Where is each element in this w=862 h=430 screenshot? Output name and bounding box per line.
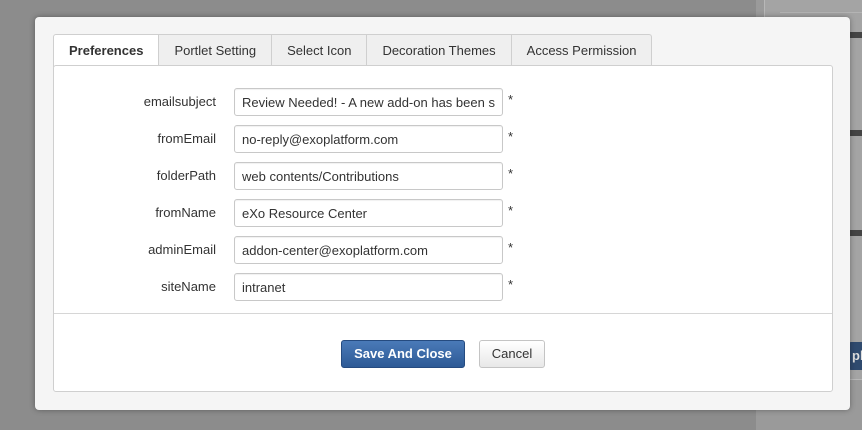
adminemail-label: adminEmail — [148, 242, 216, 257]
required-marker: * — [508, 166, 514, 181]
background-marker — [850, 130, 862, 136]
actions-divider — [54, 313, 832, 314]
fromname-label: fromName — [155, 205, 216, 220]
fromemail-label: fromEmail — [157, 131, 216, 146]
tab-portlet-setting[interactable]: Portlet Setting — [158, 34, 273, 66]
preferences-panel: emailsubject * fromEmail * folderPath * … — [53, 65, 833, 392]
folderpath-field[interactable] — [234, 162, 503, 190]
adminemail-field[interactable] — [234, 236, 503, 264]
tab-select-icon[interactable]: Select Icon — [271, 34, 368, 66]
fromemail-field[interactable] — [234, 125, 503, 153]
settings-tabs: Preferences Portlet Setting Select Icon … — [53, 34, 653, 67]
background-button: pl — [848, 342, 862, 370]
required-marker: * — [508, 129, 514, 144]
required-marker: * — [508, 240, 514, 255]
emailsubject-label: emailsubject — [143, 94, 216, 109]
background-marker — [850, 230, 862, 236]
required-marker: * — [508, 92, 514, 107]
required-marker: * — [508, 277, 514, 292]
emailsubject-field[interactable] — [234, 88, 503, 116]
tab-decoration-themes[interactable]: Decoration Themes — [366, 34, 512, 66]
save-and-close-button[interactable]: Save And Close — [341, 340, 465, 368]
background-marker — [850, 32, 862, 38]
sitename-field[interactable] — [234, 273, 503, 301]
fromname-field[interactable] — [234, 199, 503, 227]
required-marker: * — [508, 203, 514, 218]
tab-preferences[interactable]: Preferences — [53, 34, 160, 67]
portlet-settings-modal: Preferences Portlet Setting Select Icon … — [35, 17, 850, 410]
folderpath-label: folderPath — [156, 168, 216, 183]
background-divider — [780, 12, 862, 13]
sitename-label: siteName — [161, 279, 216, 294]
cancel-button[interactable]: Cancel — [479, 340, 545, 368]
tab-access-permission[interactable]: Access Permission — [510, 34, 653, 66]
